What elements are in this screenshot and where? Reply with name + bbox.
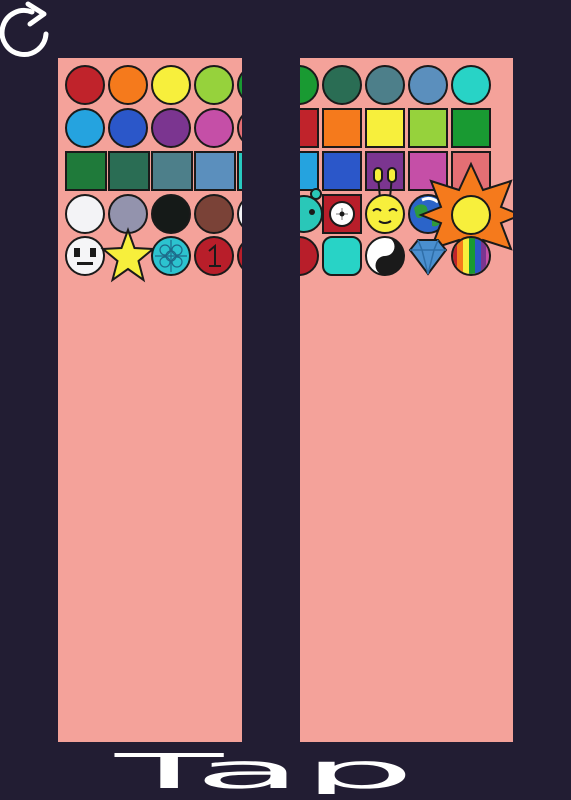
- forest-circle[interactable]: [322, 65, 362, 105]
- green-circle[interactable]: [237, 65, 242, 105]
- blue-circle[interactable]: [108, 108, 148, 148]
- turquoise-circle[interactable]: [451, 65, 491, 105]
- green-circle[interactable]: [300, 65, 319, 105]
- sky-blue-circle[interactable]: [65, 108, 105, 148]
- star-icon[interactable]: [100, 227, 156, 284]
- green-square[interactable]: [451, 108, 491, 148]
- teal-square[interactable]: [237, 151, 242, 191]
- red-target-icon[interactable]: [322, 194, 362, 234]
- red-piece-icon[interactable]: [237, 236, 242, 276]
- slate-blue-circle[interactable]: [408, 65, 448, 105]
- black-circle[interactable]: [151, 194, 191, 234]
- game-title: Tap: [111, 748, 415, 794]
- red-one-icon[interactable]: [194, 236, 234, 276]
- orange-circle[interactable]: [108, 65, 148, 105]
- reset-button[interactable]: [0, 0, 70, 62]
- yellow-circle[interactable]: [151, 65, 191, 105]
- teal-rounded-square-icon[interactable]: [322, 236, 362, 276]
- robot-face-icon[interactable]: [65, 236, 105, 276]
- purple-circle[interactable]: [151, 108, 191, 148]
- dark-green-square[interactable]: [65, 151, 107, 191]
- white-circle[interactable]: [65, 194, 105, 234]
- red-square[interactable]: [300, 108, 319, 148]
- lime-square[interactable]: [408, 108, 448, 148]
- steel-square[interactable]: [151, 151, 193, 191]
- magenta-circle[interactable]: [194, 108, 234, 148]
- diamond-icon[interactable]: [408, 236, 448, 276]
- brown-circle[interactable]: [194, 194, 234, 234]
- yellow-bug-icon[interactable]: [362, 166, 408, 236]
- yin-yang-icon[interactable]: [365, 236, 405, 276]
- left-board: [58, 58, 242, 742]
- cyan-pattern-icon[interactable]: [151, 236, 191, 276]
- steel-circle[interactable]: [365, 65, 405, 105]
- rainbow-ball-icon[interactable]: [451, 236, 491, 276]
- sky-blue-square[interactable]: [300, 151, 319, 191]
- orange-square[interactable]: [322, 108, 362, 148]
- white-circle[interactable]: [237, 194, 242, 234]
- slate-blue-square[interactable]: [194, 151, 236, 191]
- lime-circle[interactable]: [194, 65, 234, 105]
- yellow-square[interactable]: [365, 108, 405, 148]
- tap-label: Tap: [111, 748, 415, 794]
- red-circle[interactable]: [65, 65, 105, 105]
- right-board: [300, 58, 513, 742]
- pink-circle[interactable]: [237, 108, 242, 148]
- forest-square[interactable]: [108, 151, 150, 191]
- blue-square[interactable]: [322, 151, 362, 191]
- rotate-arrow-icon: [0, 1, 49, 57]
- red-piece-icon[interactable]: [300, 236, 319, 276]
